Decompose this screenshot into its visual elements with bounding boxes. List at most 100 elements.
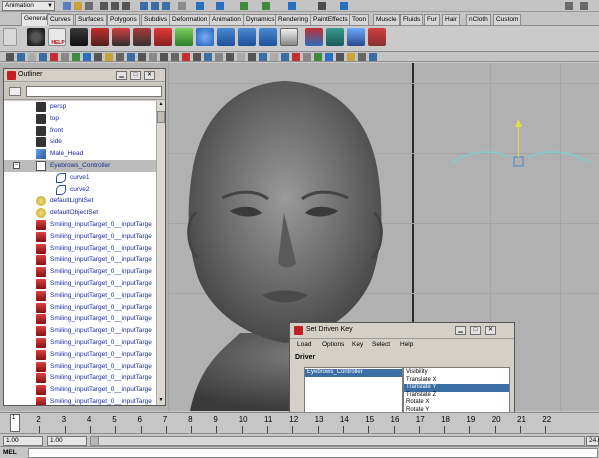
ik-handle-icon[interactable] <box>91 28 109 46</box>
sphere-icon[interactable] <box>288 2 296 10</box>
outliner-item[interactable]: curve2 <box>4 184 156 196</box>
tab-surfaces[interactable]: Surfaces <box>75 14 107 25</box>
display-toggle-icon[interactable] <box>50 53 58 61</box>
display-toggle-icon[interactable] <box>215 53 223 61</box>
shelf-menu-icon[interactable] <box>3 28 17 46</box>
outliner-item[interactable]: front <box>4 125 156 137</box>
outliner-item[interactable]: Smiling_inputTarget_0__inputTarge <box>4 231 156 243</box>
select-object-icon[interactable] <box>111 2 119 10</box>
tab-painteffects[interactable]: PaintEffects <box>310 14 351 25</box>
display-toggle-icon[interactable] <box>237 53 245 61</box>
outliner-scrollbar[interactable]: ▲ ▼ <box>156 101 165 405</box>
select-component-icon[interactable] <box>122 2 130 10</box>
display-toggle-icon[interactable] <box>127 53 135 61</box>
minimize-button[interactable]: ▁ <box>116 71 127 80</box>
dope-sheet-icon[interactable] <box>238 28 256 46</box>
outliner-item[interactable]: Smiling_inputTarget_0__inputTarge <box>4 266 156 278</box>
outliner-item[interactable]: Smiling_inputTarget_0__inputTarge <box>4 219 156 231</box>
constraint-icon[interactable] <box>305 28 323 46</box>
tab-custom[interactable]: Custom <box>493 14 522 25</box>
display-toggle-icon[interactable] <box>94 53 102 61</box>
ipr-render-icon[interactable] <box>262 2 270 10</box>
outliner-window[interactable]: Outliner ▁ □ ✕ persp top front side Male_Hea… <box>3 68 166 406</box>
display-toggle-icon[interactable] <box>61 53 69 61</box>
outliner-item[interactable]: Smiling_inputTarget_0__inputTarge <box>4 254 156 266</box>
outliner-item[interactable]: defaultObjectSet <box>4 207 156 219</box>
outliner-item[interactable]: defaultLightSet <box>4 195 156 207</box>
display-toggle-icon[interactable] <box>325 53 333 61</box>
outliner-item[interactable]: Smiling_inputTarget_0__inputTarge <box>4 396 156 405</box>
graph-editor-icon[interactable] <box>217 28 235 46</box>
outliner-item[interactable]: Smiling_inputTarget_0__inputTarge <box>4 325 156 337</box>
tab-muscle[interactable]: Muscle <box>373 14 400 25</box>
command-line[interactable]: MEL <box>0 446 599 458</box>
tab-polygons[interactable]: Polygons <box>107 14 140 25</box>
skin-bind-icon[interactable] <box>133 28 151 46</box>
filter-icon[interactable] <box>9 87 21 96</box>
paint-weights-icon[interactable] <box>368 28 386 46</box>
outliner-item[interactable]: top <box>4 113 156 125</box>
playblast-icon[interactable] <box>280 28 298 46</box>
outliner-item[interactable]: Smiling_inputTarget_0__inputTarge <box>4 290 156 302</box>
snap-curve-icon[interactable] <box>151 2 159 10</box>
menu-help[interactable]: Help <box>400 341 413 348</box>
lattice-icon[interactable] <box>347 28 365 46</box>
new-scene-icon[interactable] <box>63 2 71 10</box>
display-toggle-icon[interactable] <box>17 53 25 61</box>
maximize-button[interactable]: □ <box>130 71 141 80</box>
snap-grid-icon[interactable] <box>140 2 148 10</box>
display-toggle-icon[interactable] <box>347 53 355 61</box>
display-toggle-icon[interactable] <box>138 53 146 61</box>
display-toggle-icon[interactable] <box>160 53 168 61</box>
playback-start-field[interactable]: 1.00 <box>47 436 87 446</box>
attribute-editor-icon[interactable] <box>580 2 588 10</box>
menu-select[interactable]: Select <box>372 341 390 348</box>
display-toggle-icon[interactable] <box>149 53 157 61</box>
driver-attribute-item[interactable]: Translate Y <box>404 384 509 392</box>
sphere-primitive-icon[interactable] <box>196 28 214 46</box>
sdk-titlebar[interactable]: Set Driven Key ▁ □ ✕ <box>290 323 514 339</box>
cluster-icon[interactable] <box>326 28 344 46</box>
render-globals-icon[interactable] <box>340 2 348 10</box>
start-time-field[interactable]: 1.00 <box>3 436 43 446</box>
scroll-down-icon[interactable]: ▼ <box>157 397 165 405</box>
display-toggle-icon[interactable] <box>193 53 201 61</box>
display-toggle-icon[interactable] <box>28 53 36 61</box>
channel-box-icon[interactable] <box>565 2 573 10</box>
reroot-icon[interactable] <box>154 28 172 46</box>
tab-subdivs[interactable]: Subdivs <box>141 14 171 25</box>
minimize-button[interactable]: ▁ <box>455 326 466 335</box>
snap-point-icon[interactable] <box>162 2 170 10</box>
display-toggle-icon[interactable] <box>270 53 278 61</box>
arrow-icon[interactable] <box>216 2 224 10</box>
display-toggle-icon[interactable] <box>39 53 47 61</box>
display-toggle-icon[interactable] <box>83 53 91 61</box>
tab-general[interactable]: General <box>21 13 51 26</box>
menu-options[interactable]: Options <box>322 341 344 348</box>
display-toggle-icon[interactable] <box>369 53 377 61</box>
display-toggle-icon[interactable] <box>281 53 289 61</box>
driver-attribute-item[interactable]: Translate X <box>404 377 509 385</box>
display-toggle-icon[interactable] <box>292 53 300 61</box>
display-toggle-icon[interactable] <box>259 53 267 61</box>
close-button[interactable]: ✕ <box>485 326 496 335</box>
outliner-search-input[interactable] <box>26 86 162 97</box>
character-set-icon[interactable] <box>70 28 88 46</box>
scroll-thumb[interactable] <box>157 111 165 123</box>
outliner-item[interactable]: curve1 <box>4 172 156 184</box>
collapse-icon[interactable]: − <box>13 162 20 169</box>
display-toggle-icon[interactable] <box>248 53 256 61</box>
display-toggle-icon[interactable] <box>182 53 190 61</box>
display-toggle-icon[interactable] <box>303 53 311 61</box>
joint-tool-icon[interactable] <box>112 28 130 46</box>
end-time-field[interactable]: 24.0 <box>586 436 599 446</box>
time-slider[interactable]: 1 2 3 4 5 6 7 8 9 10 11 12 13 14 15 16 17 18 19 20 21 22 <box>0 412 599 433</box>
outliner-item[interactable]: Smiling_inputTarget_0__inputTarge <box>4 278 156 290</box>
display-toggle-icon[interactable] <box>116 53 124 61</box>
outliner-item[interactable]: Smiling_inputTarget_0__inputTarge <box>4 384 156 396</box>
display-toggle-icon[interactable] <box>72 53 80 61</box>
history-icon[interactable] <box>178 2 186 10</box>
tab-fluids[interactable]: Fluids <box>400 14 424 25</box>
outliner-item[interactable]: Smiling_inputTarget_0__inputTarge <box>4 302 156 314</box>
tab-toon[interactable]: Toon <box>349 14 370 25</box>
